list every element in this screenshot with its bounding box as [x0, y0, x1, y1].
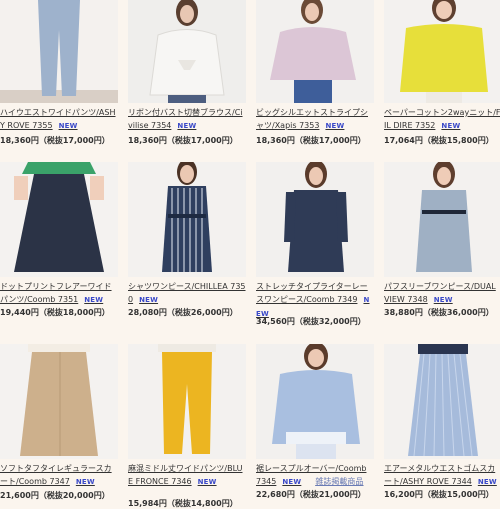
new-badge: NEW [325, 122, 345, 130]
product-price: 22,680円（税抜21,000円） [256, 490, 366, 499]
product-price: 16,200円（税抜15,000円） [384, 490, 494, 499]
new-badge: NEW [75, 478, 95, 486]
new-badge: NEW [177, 122, 197, 130]
product-price: 21,600円（税抜20,000円） [0, 491, 110, 500]
product-name[interactable]: ストレッチタイプライターレースワンピース/Coomb 7349 NEW [256, 280, 374, 321]
product-price: 18,360円（税抜17,000円） [256, 136, 366, 145]
product-photo[interactable] [128, 344, 246, 459]
new-badge: NEW [282, 478, 302, 486]
new-badge: NEW [139, 296, 159, 304]
product-name[interactable]: リボン付バスト切替ブラウス/Civilise 7354 NEW [128, 106, 246, 133]
product-photo[interactable] [256, 162, 374, 277]
product-photo[interactable] [0, 162, 118, 277]
product-price: 17,064円（税抜15,800円） [384, 136, 494, 145]
product-photo[interactable] [384, 344, 500, 459]
new-badge: NEW [433, 296, 453, 304]
product-name[interactable]: ソフトタフタイレギュラースカート/Coomb 7347 NEW [0, 462, 118, 489]
product-name[interactable]: パフスリーブワンピース/DUAL VIEW 7348 NEW [384, 280, 500, 307]
product-name[interactable]: ドットプリントフレアーワイドパンツ/Coomb 7351 NEW [0, 280, 118, 307]
new-badge: NEW [197, 478, 217, 486]
product-name[interactable]: ハイウエストワイドパンツ/ASHY ROVE 7355 NEW [0, 106, 118, 133]
product-name[interactable]: 裾レースプルオーバー/Coomb 7345 NEW 雑誌掲載商品 [256, 462, 374, 489]
product-grid: ハイウエストワイドパンツ/ASHY ROVE 7355 NEW 18,360円（税… [0, 0, 500, 508]
product-name[interactable]: シャツワンピース/CHILLEA 7350 NEW [128, 280, 246, 307]
product-photo[interactable] [384, 162, 500, 277]
new-badge: NEW [441, 122, 461, 130]
product-photo[interactable] [256, 344, 374, 459]
product-price: 18,360円（税抜17,000円） [0, 136, 110, 145]
product-photo[interactable] [384, 0, 500, 103]
new-badge: NEW [477, 478, 497, 486]
magazine-featured-link[interactable]: 雑誌掲載商品 [315, 477, 363, 486]
product-price: 15,984円（税抜14,800円） [128, 499, 238, 508]
product-price: 28,080円（税抜26,000円） [128, 308, 238, 317]
product-photo[interactable] [256, 0, 374, 103]
new-badge: NEW [58, 122, 78, 130]
product-price: 19,440円（税抜18,000円） [0, 308, 110, 317]
product-photo[interactable] [128, 162, 246, 277]
product-name[interactable]: ペーパーコットン2wayニット/FIL DIRE 7352 NEW [384, 106, 500, 133]
new-badge: NEW [84, 296, 104, 304]
product-name[interactable]: 麻混ミドル丈ワイドパンツ/BLUE FRONCE 7346 NEW [128, 462, 246, 489]
product-name[interactable]: エアーメタルウエストゴムスカート/ASHY ROVE 7344 NEW [384, 462, 500, 489]
product-photo[interactable] [128, 0, 246, 103]
product-photo[interactable] [0, 0, 118, 103]
product-name[interactable]: ビッグシルエットストライプシャツ/Xapis 7353 NEW [256, 106, 374, 133]
product-photo[interactable] [0, 344, 118, 459]
product-price: 38,880円（税抜36,000円） [384, 308, 494, 317]
product-price: 34,560円（税抜32,000円） [256, 317, 366, 326]
product-price: 18,360円（税抜17,000円） [128, 136, 238, 145]
